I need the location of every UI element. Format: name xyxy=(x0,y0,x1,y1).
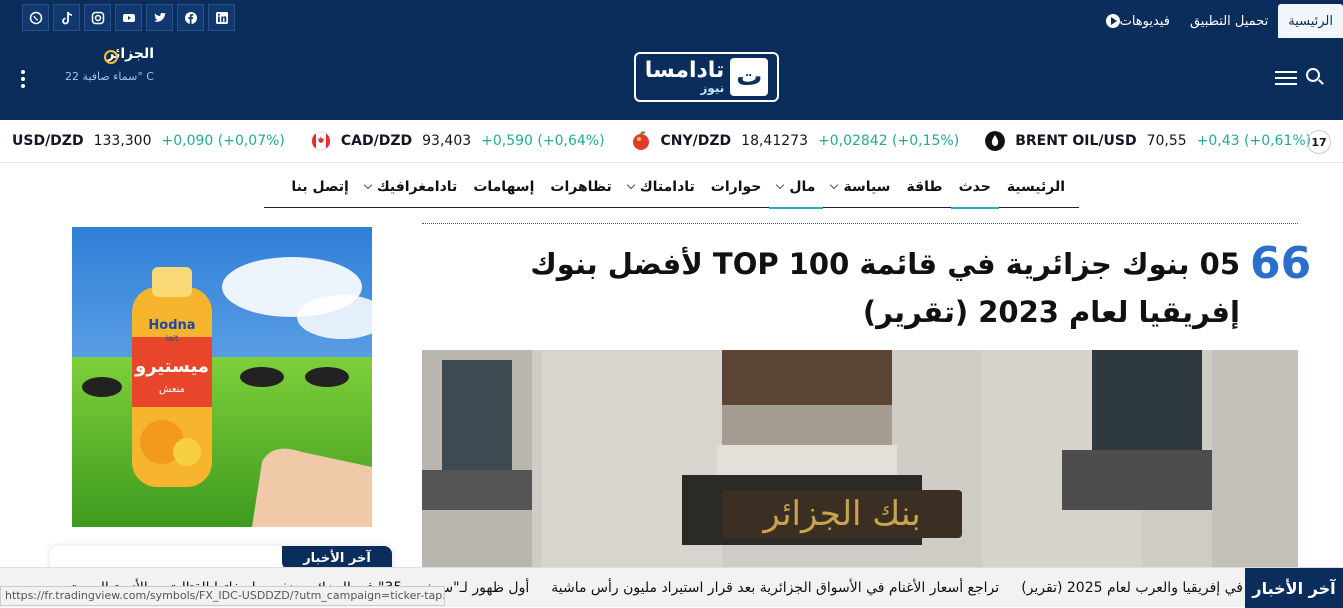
site-header: الجزائر سماء صافية 22° C تادامسا نيوز ت xyxy=(0,38,1343,120)
advertisement-banner[interactable]: Hodna lait ميستيرو منعش xyxy=(72,227,372,527)
chevron-down-icon xyxy=(830,180,839,190)
top-link-home[interactable]: الرئيسية xyxy=(1278,4,1343,38)
ticker-value: 133,300 xyxy=(93,133,152,149)
ticker-change: +0,43 (+0,61%) xyxy=(1196,133,1312,149)
article-hero-image[interactable]: بنك الجزائر xyxy=(422,350,1298,567)
breaking-news-item[interactable]: تراجع أسعار الأغنام في الأسواق الجزائرية… xyxy=(551,580,999,596)
ticker-symbol: USD/DZD xyxy=(12,133,84,149)
ticker-value: 93,403 xyxy=(422,133,472,149)
ticker-symbol: CAD/DZD xyxy=(340,133,413,149)
nav-item-tadamtak[interactable]: تادامتاك xyxy=(620,167,703,207)
nav-label: تادامغرافيك xyxy=(376,178,458,195)
ticker-value: 70,55 xyxy=(1146,133,1187,149)
ticker-item[interactable]: CAD/DZD 93,403 +0,590 (+0,64%) xyxy=(311,131,605,151)
browser-status-bar: https://fr.tradingview.com/symbols/FX_ID… xyxy=(0,586,445,606)
nav-label: إتصل بنا xyxy=(291,178,349,195)
logo-text: تادامسا xyxy=(644,58,725,83)
play-icon xyxy=(1105,14,1120,28)
weather-condition: سماء صافية 22° C xyxy=(65,70,154,83)
nav-item-contributions[interactable]: إسهامات xyxy=(465,167,542,207)
linkedin-icon[interactable] xyxy=(208,4,235,31)
top-link-download-app[interactable]: تحميل التطبيق xyxy=(1180,4,1278,38)
nav-label: حوارات xyxy=(710,178,762,195)
nav-label: تظاهرات xyxy=(550,178,612,195)
nav-label: طاقة xyxy=(906,178,943,195)
ticker-symbol: CNY/DZD xyxy=(660,133,732,149)
nav-item-finance[interactable]: مال xyxy=(769,167,824,209)
logo-subtext: نيوز xyxy=(700,81,725,95)
ticker-item[interactable]: CNY/DZD 18,41273 +0,02842 (+0,15%) xyxy=(631,131,960,151)
article-headline[interactable]: 05 بنوك جزائرية في قائمة TOP 100 لأفضل ب… xyxy=(440,240,1240,336)
nav-label: إسهامات xyxy=(473,178,535,195)
chevron-down-icon xyxy=(776,180,785,190)
ticker-symbol: BRENT OIL/USD xyxy=(1015,133,1137,149)
weather-widget: الجزائر سماء صافية 22° C xyxy=(42,46,154,83)
ad-product: ميستيرو xyxy=(134,356,209,377)
ad-brand-sub: lait xyxy=(166,334,178,343)
top-links: الرئيسية تحميل التطبيق فيديوهات xyxy=(1091,4,1343,38)
nav-item-event[interactable]: حدث xyxy=(950,167,1000,209)
tradingview-logo-icon[interactable]: 17 xyxy=(1307,130,1331,154)
top-link-videos[interactable]: فيديوهات xyxy=(1091,4,1180,38)
weather-city: الجزائر xyxy=(106,46,154,62)
nav-label: مال xyxy=(789,178,816,195)
oil-drop-icon xyxy=(985,131,1006,151)
nav-item-tadamgraphic[interactable]: تادامغرافيك xyxy=(357,167,466,207)
section-divider xyxy=(422,223,1298,224)
quote-mark-icon: 66 xyxy=(1250,238,1312,289)
nav-label: الرئيسية xyxy=(1006,178,1065,195)
canada-flag-icon xyxy=(311,131,331,151)
ticker-change: +0,02842 (+0,15%) xyxy=(817,133,960,149)
logo-mark: ت xyxy=(730,58,769,96)
currency-ticker: USD/DZD 133,300 +0,090 (+0,07%) CAD/DZD … xyxy=(0,120,1343,163)
breaking-news-item[interactable]: في إفريقيا والعرب لعام 2025 (تقرير) xyxy=(1021,580,1243,596)
ticker-item[interactable]: BRENT OIL/USD 70,55 +0,43 (+0,61%) xyxy=(985,131,1311,151)
sun-icon xyxy=(104,50,118,64)
youtube-icon[interactable] xyxy=(115,4,142,31)
viber-icon[interactable] xyxy=(22,4,49,31)
chevron-down-icon xyxy=(363,180,373,190)
nav-item-energy[interactable]: طاقة xyxy=(898,167,950,207)
chevron-down-icon xyxy=(626,180,636,190)
search-icon[interactable] xyxy=(1306,68,1320,82)
nav-label: سياسة xyxy=(843,178,891,195)
ad-brand: Hodna xyxy=(148,318,195,333)
ad-product-sub: منعش xyxy=(159,384,185,395)
main-nav: الرئيسية حدث طاقة سياسة مال حوارات تادام… xyxy=(264,166,1079,209)
top-bar: الرئيسية تحميل التطبيق فيديوهات xyxy=(0,0,1343,38)
twitter-icon[interactable] xyxy=(146,4,173,31)
nav-label: حدث xyxy=(958,178,991,195)
hamburger-menu-icon[interactable] xyxy=(1275,71,1297,85)
headline-line-2: إفريقيا لعام 2023 (تقرير) xyxy=(862,295,1240,329)
china-flag-icon xyxy=(632,131,649,150)
instagram-icon[interactable] xyxy=(84,4,111,31)
facebook-icon[interactable] xyxy=(177,4,204,31)
nav-item-interviews[interactable]: حوارات xyxy=(703,167,770,207)
ticker-change: +0,590 (+0,64%) xyxy=(481,133,605,149)
tiktok-icon[interactable] xyxy=(53,4,80,31)
nav-item-politics[interactable]: سياسة xyxy=(823,167,898,207)
nav-item-events[interactable]: تظاهرات xyxy=(542,167,619,207)
breaking-news-label: آخر الأخبار xyxy=(1245,568,1343,608)
more-menu-icon[interactable] xyxy=(21,70,25,88)
site-logo[interactable]: تادامسا نيوز ت xyxy=(634,52,779,102)
ticker-item[interactable]: USD/DZD 133,300 +0,090 (+0,07%) xyxy=(12,133,285,149)
social-links xyxy=(22,4,235,31)
nav-item-contact[interactable]: إتصل بنا xyxy=(283,167,356,207)
videos-label: فيديوهات xyxy=(1119,13,1170,29)
headline-line-1: 05 بنوك جزائرية في قائمة TOP 100 لأفضل ب… xyxy=(530,247,1240,281)
nav-item-home[interactable]: الرئيسية xyxy=(999,167,1073,207)
ticker-change: +0,090 (+0,07%) xyxy=(161,133,285,149)
nav-label: تادامتاك xyxy=(639,178,695,195)
ticker-value: 18,41273 xyxy=(741,133,808,149)
bank-sign-text: بنك الجزائر xyxy=(761,494,920,534)
